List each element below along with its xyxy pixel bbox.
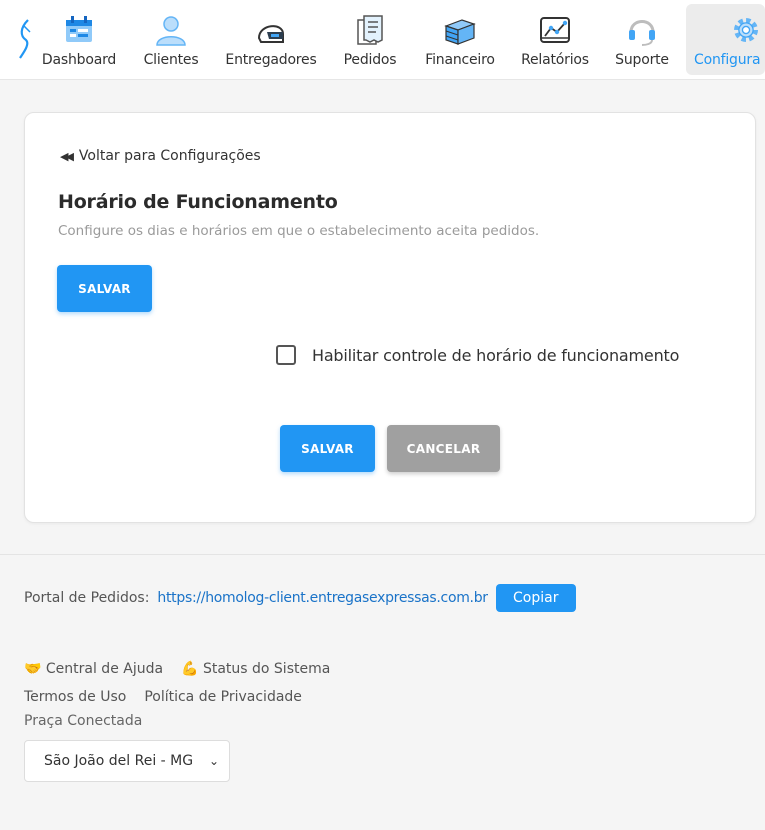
nav-label: Pedidos <box>343 52 397 68</box>
system-status-link[interactable]: 💪 Status do Sistema <box>181 661 330 677</box>
nav-item-clientes[interactable]: Clientes <box>138 4 204 75</box>
portal-label: Portal de Pedidos: <box>24 590 150 606</box>
nav-item-suporte[interactable]: Suporte <box>608 4 676 75</box>
back-link-label: Voltar para Configurações <box>78 148 261 164</box>
nav-label: Entregadores <box>225 52 317 68</box>
page-title: Horário de Funcionamento <box>58 191 338 213</box>
receipt-icon <box>350 10 390 50</box>
praca-label: Praça Conectada <box>24 713 143 729</box>
nav-item-relatorios[interactable]: Relatórios <box>516 4 594 75</box>
nav-item-configuracoes[interactable]: Configura <box>686 4 765 75</box>
gear-icon <box>730 10 762 50</box>
privacy-link[interactable]: Política de Privacidade <box>144 689 302 705</box>
chevron-down-icon: ⌄ <box>208 754 219 768</box>
nav-item-pedidos[interactable]: Pedidos <box>336 4 404 75</box>
back-to-settings-link[interactable]: ◀◀ Voltar para Configurações <box>60 148 261 164</box>
business-hours-checkbox[interactable] <box>276 345 296 365</box>
settings-card: ◀◀ Voltar para Configurações Horário de … <box>24 112 756 523</box>
business-hours-toggle[interactable]: Habilitar controle de horário de funcion… <box>276 345 679 365</box>
portal-row: Portal de Pedidos: https://homolog-clien… <box>24 584 576 612</box>
nav-label: Relatórios <box>521 52 589 68</box>
copy-button[interactable]: Copiar <box>495 584 576 612</box>
user-icon <box>151 10 191 50</box>
portal-url-link[interactable]: https://homolog-client.entregasexpressas… <box>157 590 488 606</box>
nav-item-dashboard[interactable]: Dashboard <box>36 4 122 75</box>
help-center-link[interactable]: 🤝 Central de Ajuda <box>24 661 163 677</box>
cancel-button[interactable]: CANCELAR <box>387 425 500 472</box>
nav-label: Dashboard <box>41 52 117 68</box>
footer-links-row-1: 🤝 Central de Ajuda 💪 Status do Sistema <box>24 661 330 677</box>
double-chevron-left-icon: ◀◀ <box>60 149 74 163</box>
nav-item-financeiro[interactable]: Financeiro <box>418 4 502 75</box>
top-navbar: Dashboard Clientes Entregadores Pedidos … <box>0 0 765 80</box>
helmet-icon <box>251 10 291 50</box>
praca-select-value: São João del Rei - MG <box>44 753 194 769</box>
footer-links-row-2: Termos de Uso Política de Privacidade <box>24 689 302 705</box>
nav-label: Clientes <box>143 52 199 68</box>
footer-divider <box>0 554 765 555</box>
nav-label: Suporte <box>615 52 669 68</box>
money-stack-icon <box>440 10 480 50</box>
save-button[interactable]: SALVAR <box>280 425 375 472</box>
headset-icon <box>622 10 662 50</box>
page-subtitle: Configure os dias e horários em que o es… <box>58 223 540 239</box>
nav-label: Configura <box>694 52 761 68</box>
save-button-top[interactable]: SALVAR <box>57 265 152 312</box>
business-hours-checkbox-label: Habilitar controle de horário de funcion… <box>312 345 680 365</box>
nav-item-entregadores[interactable]: Entregadores <box>220 4 322 75</box>
dashboard-icon <box>59 10 99 50</box>
chart-icon <box>535 10 575 50</box>
terms-link[interactable]: Termos de Uso <box>24 689 126 705</box>
nav-label: Financeiro <box>425 52 495 68</box>
brand-logo[interactable] <box>18 18 32 62</box>
praca-select[interactable]: São João del Rei - MG ⌄ <box>24 740 230 782</box>
